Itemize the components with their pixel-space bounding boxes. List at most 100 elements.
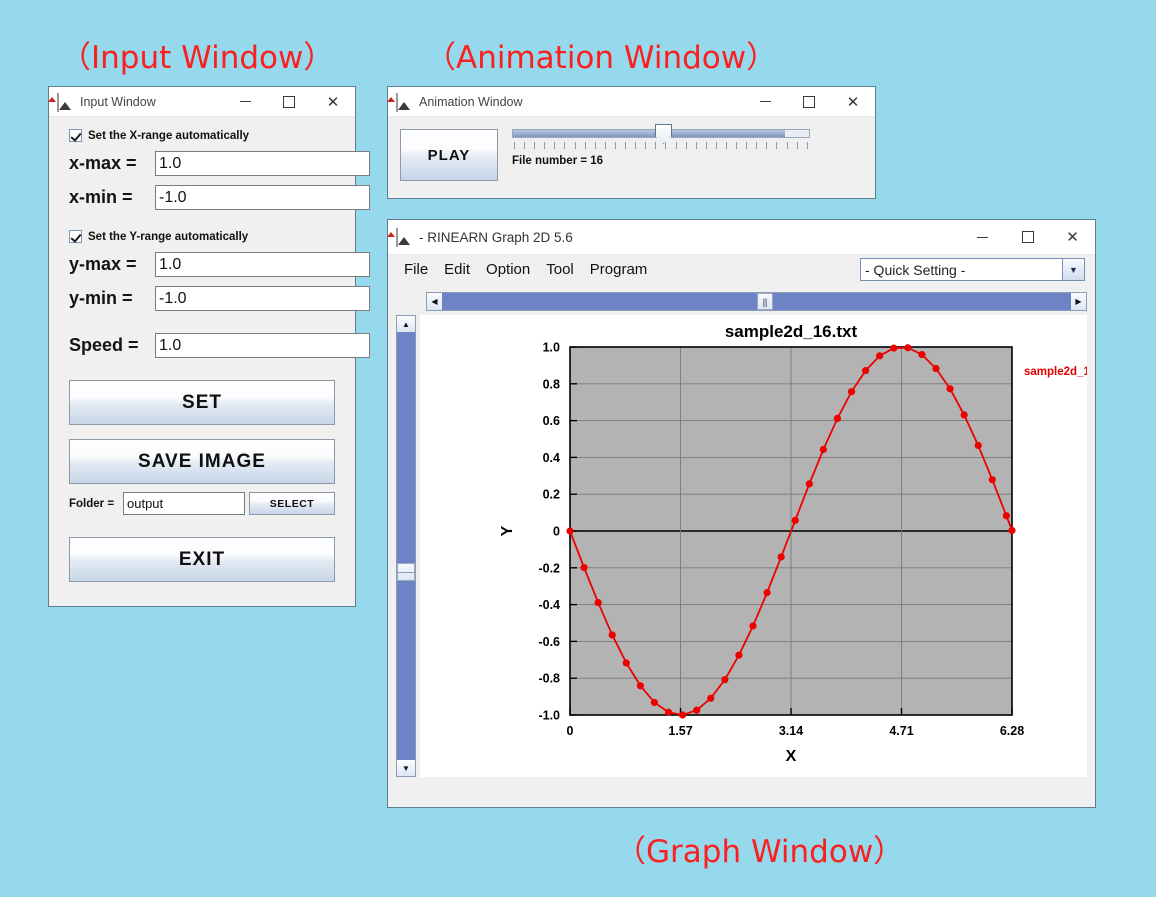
checkbox-y-range[interactable] [69,230,82,243]
select-button[interactable]: SELECT [249,492,335,515]
vertical-scrollbar-track[interactable] [397,332,415,760]
x-min-input[interactable] [155,185,370,210]
graph-window-controls: ✕ [960,220,1095,254]
field-row-y-min: y-min = [59,286,370,311]
y-min-input[interactable] [155,286,370,311]
svg-text:0.4: 0.4 [543,451,560,465]
maximize-icon[interactable] [787,87,831,116]
svg-text:4.71: 4.71 [889,724,913,738]
svg-text:sample2d_16.txt: sample2d_16.txt [725,322,858,341]
menu-program[interactable]: Program [582,259,656,280]
menu-edit[interactable]: Edit [436,259,478,280]
app-icon [396,92,412,112]
scroll-right-icon[interactable]: ▶ [1071,293,1086,310]
folder-row: Folder = SELECT [69,492,335,515]
play-button[interactable]: PLAY [400,129,498,181]
y-min-label: y-min = [69,288,133,308]
annotation-animation-window: （Animation Window） [425,40,778,76]
speed-input[interactable] [155,333,370,358]
graph-canvas[interactable]: 1.0 0.8 0.6 0.4 0.2 0 -0.2 -0.4 -0.6 -0.8 -1.0 0 1.5… [420,315,1087,777]
graph-window-titlebar: - RINEARN Graph 2D 5.6 ✕ [388,220,1095,255]
svg-text:3.14: 3.14 [779,724,803,738]
maximize-icon[interactable] [267,87,311,116]
quick-setting-value: - Quick Setting - [865,261,966,278]
minimize-icon[interactable] [743,87,787,116]
vertical-scrollbar-thumb[interactable] [397,563,415,582]
checkbox-x-range[interactable] [69,129,82,142]
vertical-scrollbar[interactable]: ▲ ▼ [396,315,416,777]
quick-setting-dropdown[interactable]: - Quick Setting - ▼ [860,258,1085,281]
animation-window-title: Animation Window [419,94,523,109]
svg-text:0.6: 0.6 [543,414,560,428]
scroll-down-icon[interactable]: ▼ [397,760,415,776]
svg-text:sample2d_16.txt: sample2d_16.txt [1024,366,1087,378]
folder-input[interactable] [123,492,245,515]
input-window: Input Window ✕ Set the X-range automatic… [48,86,370,607]
graph-window-title: - RINEARN Graph 2D 5.6 [419,229,573,245]
minimize-icon[interactable] [960,220,1005,254]
graph-window: - RINEARN Graph 2D 5.6 ✕ File Edit Optio… [387,219,1096,808]
annotation-graph-window: （Graph Window） [615,834,905,870]
animation-window: Animation Window ✕ PLAY File number = 16 [387,86,876,199]
close-icon[interactable]: ✕ [831,87,875,116]
x-max-label: x-max = [69,153,137,173]
field-row-y-max: y-max = [59,252,370,277]
svg-text:1.0: 1.0 [543,341,560,355]
checkbox-y-range-label: Set the Y-range automatically [88,230,249,243]
scroll-left-icon[interactable]: ◀ [427,293,442,310]
y-max-input[interactable] [155,252,370,277]
frame-slider-thumb[interactable] [655,124,672,144]
input-window-controls: ✕ [223,87,355,116]
frame-slider[interactable] [512,124,810,144]
svg-text:-0.4: -0.4 [538,598,560,612]
horizontal-scrollbar-thumb[interactable]: ||| [756,293,773,310]
svg-text:0.8: 0.8 [543,377,560,391]
svg-text:X: X [786,748,797,765]
file-number-label: File number = 16 [512,155,604,167]
checkbox-row-x-range[interactable]: Set the X-range automatically [69,129,345,142]
chevron-down-icon[interactable]: ▼ [1062,259,1084,280]
frame-slider-fill [513,130,786,137]
svg-text:6.28: 6.28 [1000,724,1024,738]
y-max-label: y-max = [69,254,137,274]
save-image-button[interactable]: SAVE IMAGE [69,439,335,484]
input-window-title: Input Window [80,94,156,109]
menu-tool[interactable]: Tool [538,259,582,280]
svg-text:1.57: 1.57 [668,724,692,738]
input-window-titlebar: Input Window ✕ [49,87,355,117]
menu-option[interactable]: Option [478,259,538,280]
svg-text:0.2: 0.2 [543,488,560,502]
x-min-label: x-min = [69,187,133,207]
input-window-body: Set the X-range automatically x-max = x-… [49,129,370,582]
horizontal-scrollbar[interactable]: ◀ ||| ▶ [426,292,1087,311]
minimize-icon[interactable] [223,87,267,116]
app-icon [396,228,412,247]
graph-plot: 1.0 0.8 0.6 0.4 0.2 0 -0.2 -0.4 -0.6 -0.8 -1.0 0 1.5… [499,322,1087,765]
frame-slider-wrap: File number = 16 [512,124,810,167]
app-icon [57,92,73,112]
menu-file[interactable]: File [396,259,436,280]
svg-text:0: 0 [567,724,574,738]
set-button[interactable]: SET [69,380,335,425]
animation-window-controls: ✕ [743,87,875,116]
frame-slider-ticks [512,142,810,149]
maximize-icon[interactable] [1005,220,1050,254]
menubar: File Edit Option Tool Program - Quick Se… [388,255,1095,284]
svg-text:-0.6: -0.6 [538,635,560,649]
field-row-x-min: x-min = [59,185,370,210]
checkbox-row-y-range[interactable]: Set the Y-range automatically [69,230,345,243]
scroll-up-icon[interactable]: ▲ [397,316,415,332]
svg-text:-0.2: -0.2 [538,561,560,575]
field-row-speed: Speed = [59,333,370,358]
horizontal-scrollbar-track[interactable]: ||| [442,293,1071,310]
close-icon[interactable]: ✕ [311,87,355,116]
svg-text:-1.0: -1.0 [538,709,560,723]
close-icon[interactable]: ✕ [1050,220,1095,254]
speed-label: Speed = [69,335,139,355]
x-max-input[interactable] [155,151,370,176]
exit-button[interactable]: EXIT [69,537,335,582]
annotation-input-window: （Input Window） [60,40,335,76]
field-row-x-max: x-max = [59,151,370,176]
svg-text:0: 0 [553,525,560,539]
svg-text:-0.8: -0.8 [538,672,560,686]
